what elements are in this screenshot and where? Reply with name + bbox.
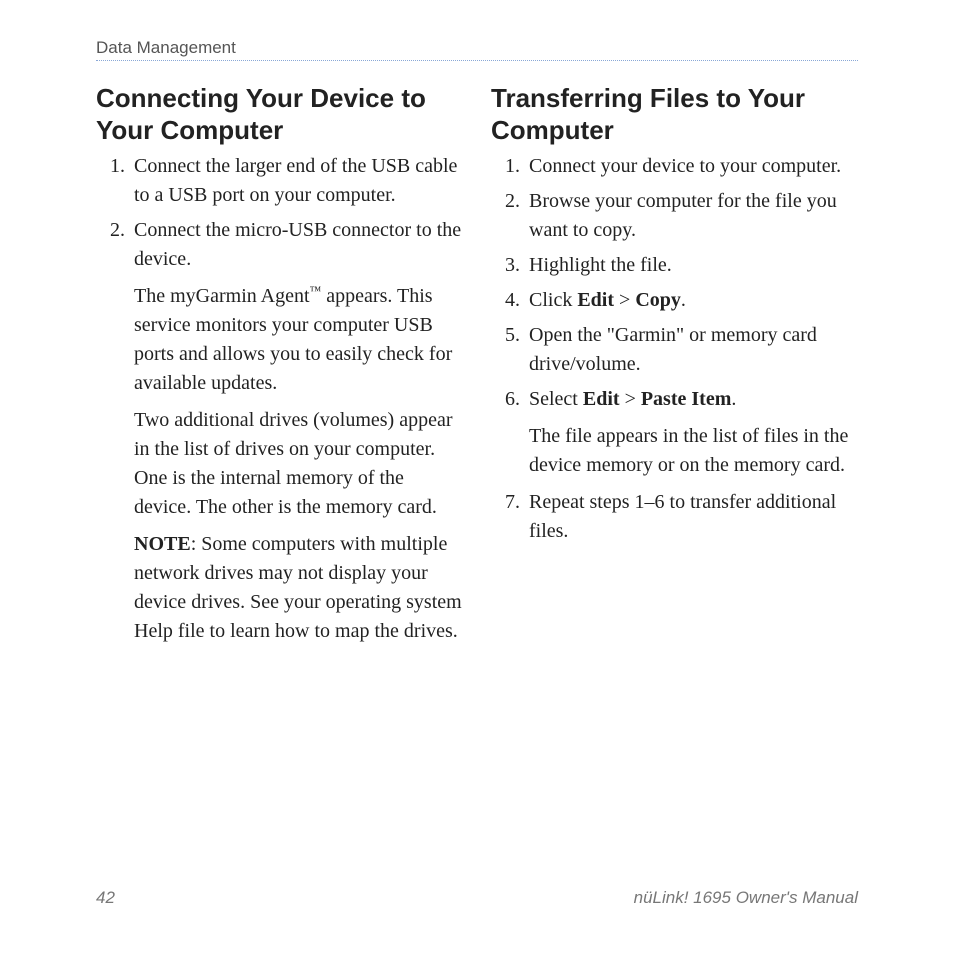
- gt2: >: [620, 388, 641, 410]
- r6-suffix: .: [731, 388, 736, 410]
- note-paragraph: NOTE: Some computers with multiple netwo…: [134, 530, 463, 646]
- connecting-steps: Connect the larger end of the USB cable …: [96, 152, 463, 646]
- transferring-steps: Connect your device to your computer. Br…: [491, 152, 858, 546]
- file-appears-paragraph: The file appears in the list of files in…: [529, 422, 858, 480]
- heading-transferring: Transferring Files to Your Computer: [491, 83, 858, 146]
- two-column-layout: Connecting Your Device to Your Computer …: [96, 73, 858, 654]
- right-column: Transferring Files to Your Computer Conn…: [491, 73, 858, 654]
- mygarmin-paragraph: The myGarmin Agent™ appears. This servic…: [134, 282, 463, 398]
- step-2: Connect the micro-USB connector to the d…: [130, 216, 463, 646]
- r-step-2: Browse your computer for the file you wa…: [525, 187, 858, 245]
- p1a: The myGarmin Agent: [134, 285, 310, 307]
- paste-menu: Paste Item: [641, 388, 732, 410]
- step-1: Connect the larger end of the USB cable …: [130, 152, 463, 210]
- r-step-7: Repeat steps 1–6 to transfer additional …: [525, 488, 858, 546]
- manual-page: Data Management Connecting Your Device t…: [0, 0, 954, 954]
- r-step-5: Open the "Garmin" or memory card drive/v…: [525, 321, 858, 379]
- trademark-symbol: ™: [310, 284, 322, 298]
- copy-menu: Copy: [635, 289, 681, 311]
- r-step-3: Highlight the file.: [525, 251, 858, 280]
- manual-title: nüLink! 1695 Owner's Manual: [634, 888, 858, 908]
- r-step-6: Select Edit > Paste Item. The file appea…: [525, 385, 858, 480]
- r-step-4: Click Edit > Copy.: [525, 286, 858, 315]
- edit-menu-1: Edit: [577, 289, 614, 311]
- left-column: Connecting Your Device to Your Computer …: [96, 73, 463, 654]
- page-footer: 42 nüLink! 1695 Owner's Manual: [96, 888, 858, 908]
- drives-paragraph: Two additional drives (volumes) appear i…: [134, 406, 463, 522]
- gt1: >: [614, 289, 635, 311]
- note-label: NOTE: [134, 533, 191, 555]
- r4-suffix: .: [681, 289, 686, 311]
- section-header: Data Management: [96, 38, 858, 61]
- r4-prefix: Click: [529, 289, 577, 311]
- page-number: 42: [96, 888, 115, 908]
- r-step-1: Connect your device to your computer.: [525, 152, 858, 181]
- step-2-text: Connect the micro-USB connector to the d…: [134, 219, 461, 270]
- edit-menu-2: Edit: [583, 388, 620, 410]
- r6-prefix: Select: [529, 388, 583, 410]
- heading-connecting: Connecting Your Device to Your Computer: [96, 83, 463, 146]
